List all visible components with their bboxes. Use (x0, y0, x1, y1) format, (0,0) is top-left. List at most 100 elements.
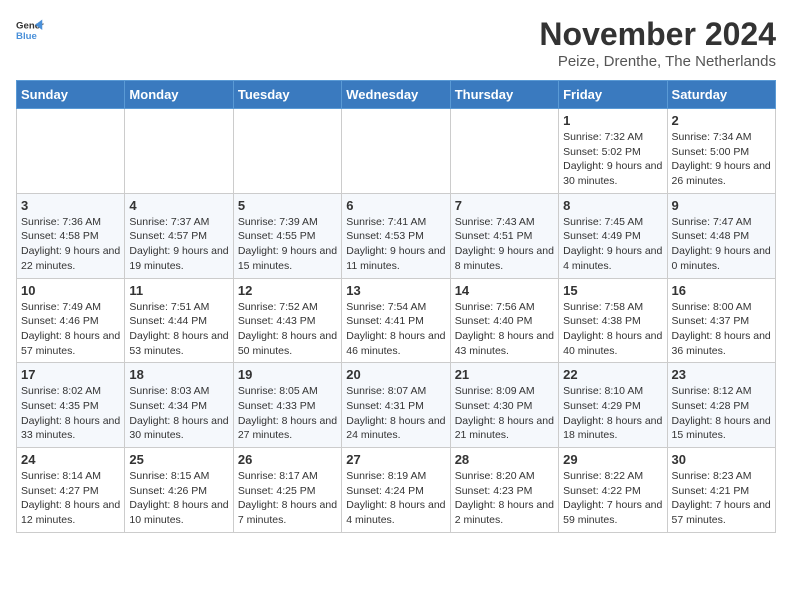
calendar-week-row: 3Sunrise: 7:36 AM Sunset: 4:58 PM Daylig… (17, 193, 776, 278)
day-number: 6 (346, 198, 445, 213)
day-info: Sunrise: 8:20 AM Sunset: 4:23 PM Dayligh… (455, 469, 554, 528)
calendar-cell (233, 109, 341, 194)
day-number: 10 (21, 283, 120, 298)
day-number: 26 (238, 452, 337, 467)
day-info: Sunrise: 8:07 AM Sunset: 4:31 PM Dayligh… (346, 384, 445, 443)
svg-text:Blue: Blue (16, 31, 37, 42)
calendar-cell: 18Sunrise: 8:03 AM Sunset: 4:34 PM Dayli… (125, 363, 233, 448)
weekday-header-row: SundayMondayTuesdayWednesdayThursdayFrid… (17, 81, 776, 109)
day-number: 25 (129, 452, 228, 467)
day-info: Sunrise: 7:56 AM Sunset: 4:40 PM Dayligh… (455, 300, 554, 359)
calendar-cell: 19 Sunrise: 8:05 AM Sunset: 4:33 PM Dayli… (233, 363, 341, 448)
day-info: Sunrise: 8:22 AM Sunset: 4:22 PM Dayligh… (563, 469, 662, 528)
month-title: November 2024 (539, 16, 776, 53)
day-info: Sunrise: 8:23 AM Sunset: 4:21 PM Dayligh… (672, 469, 771, 528)
calendar-cell: 29 Sunrise: 8:22 AM Sunset: 4:22 PM Dayli… (559, 448, 667, 533)
day-number: 19 (238, 367, 337, 382)
calendar-cell: 24Sunrise: 8:14 AM Sunset: 4:27 PM Dayli… (17, 448, 125, 533)
day-info: Sunrise: 7:49 AM Sunset: 4:46 PM Dayligh… (21, 300, 120, 359)
day-number: 15 (563, 283, 662, 298)
calendar-cell: 7 Sunrise: 7:43 AM Sunset: 4:51 PM Daylig… (450, 193, 558, 278)
location: Peize, Drenthe, The Netherlands (539, 53, 776, 70)
weekday-header-wednesday: Wednesday (342, 81, 450, 109)
logo: General Blue (16, 16, 44, 44)
day-info: Sunrise: 7:54 AM Sunset: 4:41 PM Dayligh… (346, 300, 445, 359)
day-number: 14 (455, 283, 554, 298)
weekday-header-friday: Friday (559, 81, 667, 109)
calendar-cell: 20Sunrise: 8:07 AM Sunset: 4:31 PM Dayli… (342, 363, 450, 448)
day-number: 24 (21, 452, 120, 467)
calendar-cell: 15 Sunrise: 7:58 AM Sunset: 4:38 PM Dayli… (559, 278, 667, 363)
day-info: Sunrise: 8:00 AM Sunset: 4:37 PM Dayligh… (672, 300, 771, 359)
day-number: 29 (563, 452, 662, 467)
calendar-cell: 17 Sunrise: 8:02 AM Sunset: 4:35 PM Dayli… (17, 363, 125, 448)
weekday-header-sunday: Sunday (17, 81, 125, 109)
calendar-cell: 13 Sunrise: 7:54 AM Sunset: 4:41 PM Dayli… (342, 278, 450, 363)
calendar-cell: 5 Sunrise: 7:39 AM Sunset: 4:55 PM Daylig… (233, 193, 341, 278)
calendar-week-row: 1 Sunrise: 7:32 AM Sunset: 5:02 PM Daylig… (17, 109, 776, 194)
day-info: Sunrise: 8:17 AM Sunset: 4:25 PM Dayligh… (238, 469, 337, 528)
calendar-cell: 28 Sunrise: 8:20 AM Sunset: 4:23 PM Dayli… (450, 448, 558, 533)
day-info: Sunrise: 7:58 AM Sunset: 4:38 PM Dayligh… (563, 300, 662, 359)
calendar-cell: 27Sunrise: 8:19 AM Sunset: 4:24 PM Dayli… (342, 448, 450, 533)
day-number: 3 (21, 198, 120, 213)
weekday-header-thursday: Thursday (450, 81, 558, 109)
weekday-header-tuesday: Tuesday (233, 81, 341, 109)
day-info: Sunrise: 8:02 AM Sunset: 4:35 PM Dayligh… (21, 384, 120, 443)
day-number: 11 (129, 283, 228, 298)
day-number: 12 (238, 283, 337, 298)
day-info: Sunrise: 8:05 AM Sunset: 4:33 PM Dayligh… (238, 384, 337, 443)
calendar-cell: 16 Sunrise: 8:00 AM Sunset: 4:37 PM Dayli… (667, 278, 775, 363)
day-info: Sunrise: 7:51 AM Sunset: 4:44 PM Dayligh… (129, 300, 228, 359)
calendar-table: SundayMondayTuesdayWednesdayThursdayFrid… (16, 80, 776, 533)
day-number: 30 (672, 452, 771, 467)
calendar-body: 1 Sunrise: 7:32 AM Sunset: 5:02 PM Daylig… (17, 109, 776, 533)
calendar-cell: 26 Sunrise: 8:17 AM Sunset: 4:25 PM Dayli… (233, 448, 341, 533)
calendar-cell: 6Sunrise: 7:41 AM Sunset: 4:53 PM Daylig… (342, 193, 450, 278)
day-number: 8 (563, 198, 662, 213)
day-number: 7 (455, 198, 554, 213)
day-number: 22 (563, 367, 662, 382)
calendar-cell (125, 109, 233, 194)
day-info: Sunrise: 8:12 AM Sunset: 4:28 PM Dayligh… (672, 384, 771, 443)
day-info: Sunrise: 8:09 AM Sunset: 4:30 PM Dayligh… (455, 384, 554, 443)
weekday-header-monday: Monday (125, 81, 233, 109)
calendar-cell: 11 Sunrise: 7:51 AM Sunset: 4:44 PM Dayli… (125, 278, 233, 363)
day-number: 4 (129, 198, 228, 213)
day-number: 5 (238, 198, 337, 213)
calendar-cell: 23 Sunrise: 8:12 AM Sunset: 4:28 PM Dayli… (667, 363, 775, 448)
day-number: 23 (672, 367, 771, 382)
day-number: 9 (672, 198, 771, 213)
calendar-cell (450, 109, 558, 194)
calendar-cell: 10 Sunrise: 7:49 AM Sunset: 4:46 PM Dayli… (17, 278, 125, 363)
day-info: Sunrise: 8:19 AM Sunset: 4:24 PM Dayligh… (346, 469, 445, 528)
calendar-cell: 2Sunrise: 7:34 AM Sunset: 5:00 PM Daylig… (667, 109, 775, 194)
calendar-cell: 12Sunrise: 7:52 AM Sunset: 4:43 PM Dayli… (233, 278, 341, 363)
day-number: 21 (455, 367, 554, 382)
day-number: 17 (21, 367, 120, 382)
day-info: Sunrise: 8:03 AM Sunset: 4:34 PM Dayligh… (129, 384, 228, 443)
day-info: Sunrise: 7:43 AM Sunset: 4:51 PM Dayligh… (455, 215, 554, 274)
weekday-header-saturday: Saturday (667, 81, 775, 109)
day-number: 13 (346, 283, 445, 298)
calendar-cell: 8Sunrise: 7:45 AM Sunset: 4:49 PM Daylig… (559, 193, 667, 278)
page-header: General Blue November 2024 Peize, Drenth… (16, 16, 776, 70)
calendar-cell (342, 109, 450, 194)
calendar-cell: 9 Sunrise: 7:47 AM Sunset: 4:48 PM Daylig… (667, 193, 775, 278)
calendar-cell (17, 109, 125, 194)
calendar-week-row: 24Sunrise: 8:14 AM Sunset: 4:27 PM Dayli… (17, 448, 776, 533)
day-number: 28 (455, 452, 554, 467)
title-block: November 2024 Peize, Drenthe, The Nether… (539, 16, 776, 70)
day-info: Sunrise: 7:47 AM Sunset: 4:48 PM Dayligh… (672, 215, 771, 274)
calendar-cell: 3Sunrise: 7:36 AM Sunset: 4:58 PM Daylig… (17, 193, 125, 278)
day-info: Sunrise: 7:32 AM Sunset: 5:02 PM Dayligh… (563, 130, 662, 189)
calendar-cell: 14 Sunrise: 7:56 AM Sunset: 4:40 PM Dayli… (450, 278, 558, 363)
calendar-cell: 30 Sunrise: 8:23 AM Sunset: 4:21 PM Dayli… (667, 448, 775, 533)
day-info: Sunrise: 8:10 AM Sunset: 4:29 PM Dayligh… (563, 384, 662, 443)
day-info: Sunrise: 7:39 AM Sunset: 4:55 PM Dayligh… (238, 215, 337, 274)
day-number: 1 (563, 113, 662, 128)
calendar-header: SundayMondayTuesdayWednesdayThursdayFrid… (17, 81, 776, 109)
day-number: 16 (672, 283, 771, 298)
day-info: Sunrise: 7:37 AM Sunset: 4:57 PM Dayligh… (129, 215, 228, 274)
calendar-cell: 25Sunrise: 8:15 AM Sunset: 4:26 PM Dayli… (125, 448, 233, 533)
